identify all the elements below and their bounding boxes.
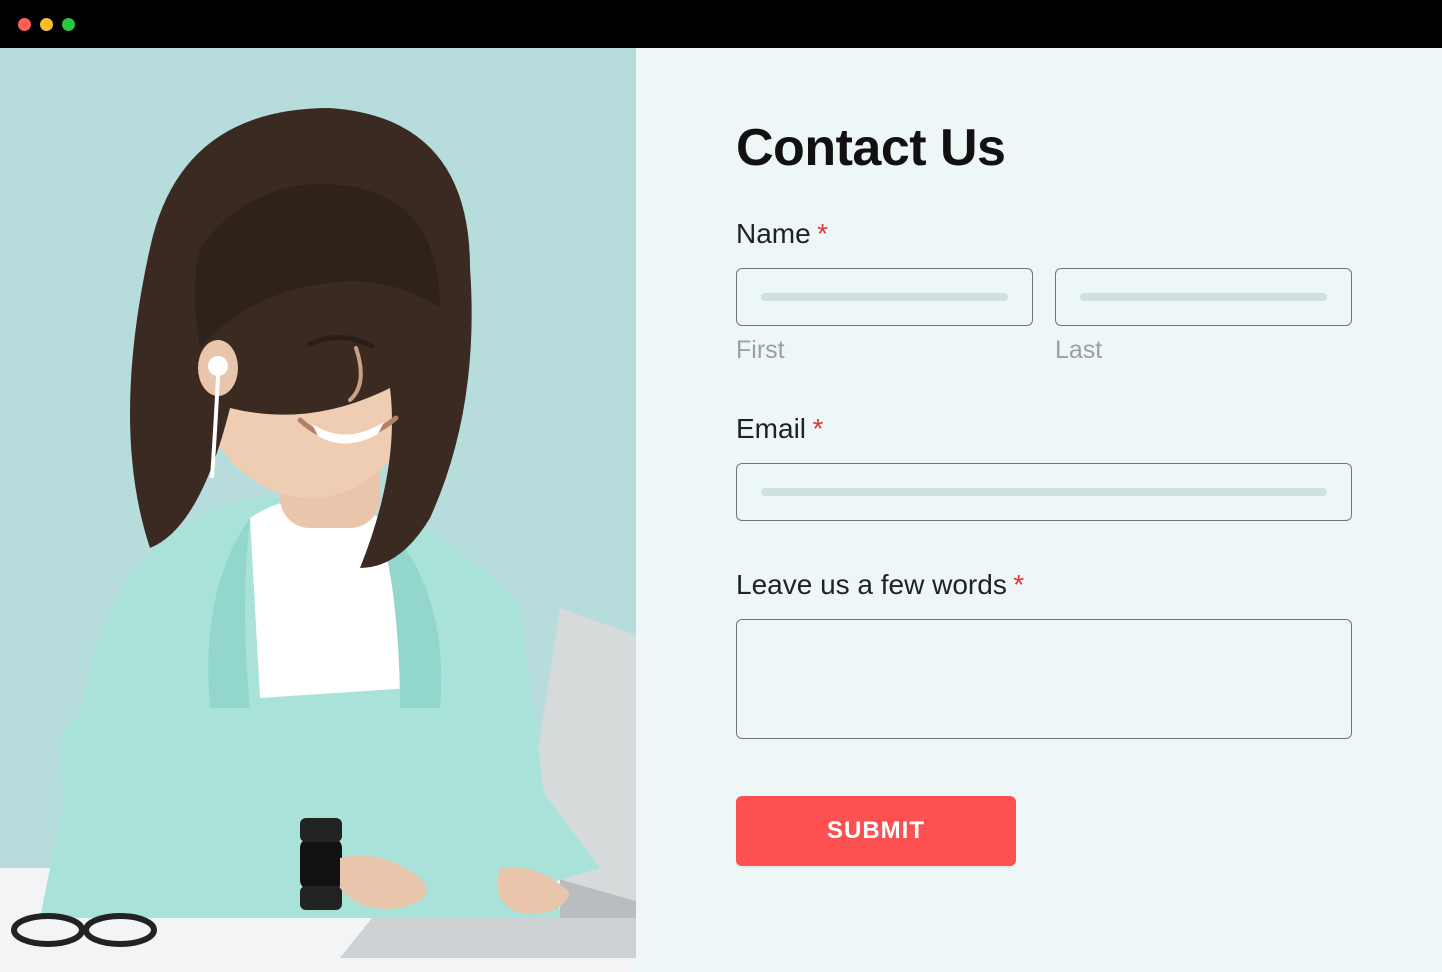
email-label: Email	[736, 413, 806, 445]
name-label: Name	[736, 218, 811, 250]
form-panel: Contact Us Name * First La	[636, 48, 1442, 972]
hero-image	[0, 48, 636, 972]
page: Contact Us Name * First La	[0, 48, 1442, 972]
message-field-group: Leave us a few words *	[736, 569, 1352, 744]
name-field-group: Name * First Last	[736, 218, 1352, 365]
window-maximize-icon[interactable]	[62, 18, 75, 31]
required-asterisk: *	[817, 218, 828, 249]
window-chrome	[0, 0, 1442, 48]
last-name-sublabel: Last	[1055, 336, 1352, 365]
last-name-input-wrap	[1055, 268, 1352, 326]
message-label: Leave us a few words	[736, 569, 1007, 601]
traffic-lights	[18, 18, 75, 31]
first-name-sublabel: First	[736, 336, 1033, 365]
window-minimize-icon[interactable]	[40, 18, 53, 31]
message-textarea[interactable]	[736, 619, 1352, 739]
first-name-input-wrap	[736, 268, 1033, 326]
required-asterisk: *	[812, 413, 823, 444]
email-input-wrap	[736, 463, 1352, 521]
email-field-group: Email *	[736, 413, 1352, 521]
window-close-icon[interactable]	[18, 18, 31, 31]
page-title: Contact Us	[736, 118, 1352, 178]
submit-button[interactable]: SUBMIT	[736, 796, 1016, 866]
hero-illustration-svg	[0, 48, 636, 972]
required-asterisk: *	[1013, 569, 1024, 600]
